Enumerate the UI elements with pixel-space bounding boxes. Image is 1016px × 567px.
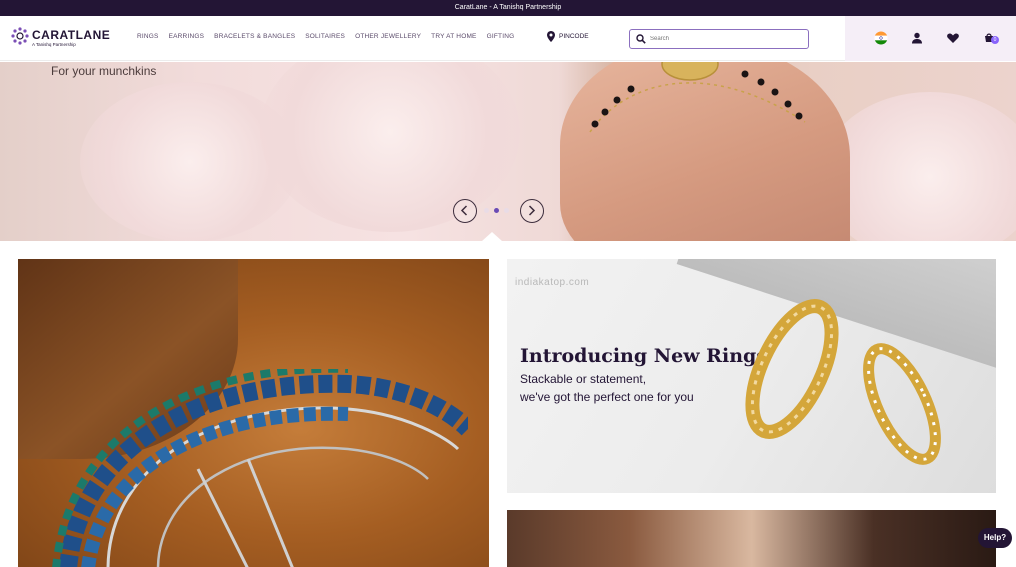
hero-fluff-shape <box>260 62 520 232</box>
nav-item-earrings[interactable]: EARRINGS <box>169 33 205 40</box>
promo-subtitle-line1: Stackable or statement, <box>520 372 647 386</box>
hero-banner[interactable]: For your munchkins <box>0 62 1016 241</box>
help-button[interactable]: Help? <box>978 528 1012 548</box>
carousel-dots <box>484 208 509 213</box>
carousel-prev-button[interactable] <box>453 199 477 223</box>
pincode-label: PINCODE <box>559 33 589 40</box>
logo-text: CARATLANE <box>32 28 111 42</box>
chevron-left-icon <box>460 205 468 216</box>
hair-pin-jewellery <box>52 369 468 567</box>
india-flag-icon[interactable] <box>874 31 888 45</box>
gold-rings-image <box>745 299 941 465</box>
search-input[interactable] <box>650 33 800 45</box>
heart-icon[interactable] <box>946 31 960 45</box>
cart-count-badge: 0 <box>991 36 999 44</box>
promo-tile-new-rings[interactable]: indiakatop.com Introducing New Rings Sta… <box>507 259 996 493</box>
carousel-next-button[interactable] <box>520 199 544 223</box>
location-pin-icon <box>547 31 555 42</box>
promo-title: Introducing New Rings <box>520 345 767 367</box>
carousel-dot[interactable] <box>484 208 489 213</box>
announcement-text: CaratLane - A Tanishq Partnership <box>454 4 562 11</box>
hero-notch <box>482 232 502 241</box>
logo-mark-icon <box>11 27 29 45</box>
black-bead-bracelet <box>589 62 806 133</box>
user-icon[interactable] <box>910 31 924 45</box>
watermark-text: indiakatop.com <box>515 277 590 288</box>
promo-tile-bottom[interactable] <box>507 510 996 567</box>
nav-item-try-at-home[interactable]: TRY AT HOME <box>431 33 476 40</box>
promo-tile-hair-pin[interactable] <box>18 259 489 567</box>
search-box[interactable] <box>629 29 809 49</box>
search-icon <box>636 34 646 44</box>
hero-caption: For your munchkins <box>51 64 157 78</box>
nav-item-bracelets-bangles[interactable]: BRACELETS & BANGLES <box>214 33 295 40</box>
main-nav: RINGS EARRINGS BRACELETS & BANGLES SOLIT… <box>137 33 524 40</box>
nav-item-other-jewellery[interactable]: OTHER JEWELLERY <box>355 33 421 40</box>
caratlane-logo[interactable]: CARATLANE A Tanishq Partnership <box>10 24 110 52</box>
logo-subtext: A Tanishq Partnership <box>32 42 76 47</box>
announcement-bar: CaratLane - A Tanishq Partnership <box>0 0 1016 16</box>
carousel-dot[interactable] <box>504 208 509 213</box>
promo-subtitle-line2: we've got the perfect one for you <box>520 390 694 404</box>
nav-item-gifting[interactable]: GIFTING <box>487 33 515 40</box>
nav-item-solitaires[interactable]: SOLITAIRES <box>305 33 345 40</box>
pincode-selector[interactable]: PINCODE <box>547 31 589 42</box>
nav-item-rings[interactable]: RINGS <box>137 33 159 40</box>
chevron-right-icon <box>528 205 536 216</box>
site-header: CARATLANE A Tanishq Partnership RINGS EA… <box>0 16 1016 61</box>
carousel-dot-active[interactable] <box>494 208 499 213</box>
